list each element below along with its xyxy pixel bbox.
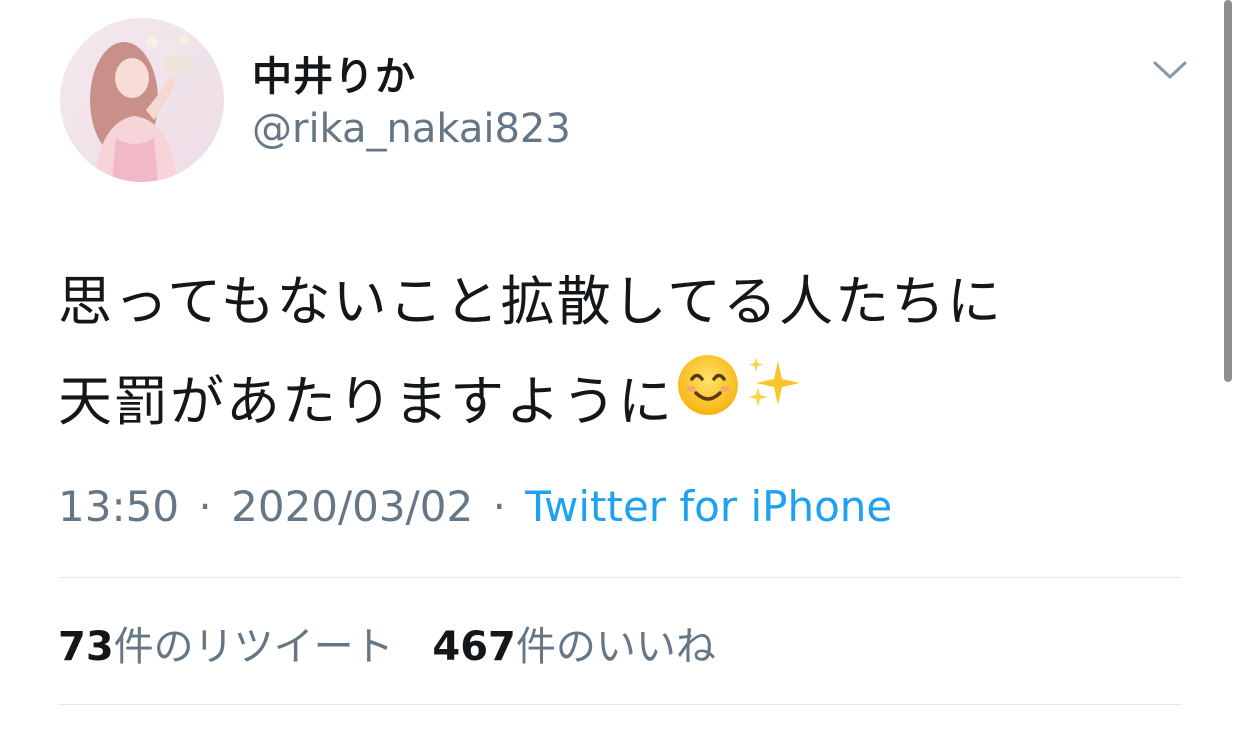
- tweet-text-line-1: 思ってもないこと拡散してる人たちに: [58, 270, 1003, 333]
- tweet-text-line-2-text: 天罰があたりますように: [58, 370, 674, 433]
- divider: [58, 704, 1182, 705]
- tweet-text: 思ってもないこと拡散してる人たちに 天罰があたりますように: [58, 252, 1178, 455]
- likes-stat[interactable]: 467件のいいね: [432, 614, 716, 672]
- tweet-date: 2020/03/02: [231, 482, 474, 531]
- like-count: 467: [432, 624, 516, 670]
- tweet-meta: 13:50 · 2020/03/02 · Twitter for iPhone: [58, 482, 892, 531]
- retweet-label: 件のリツイート: [113, 624, 394, 670]
- profile-photo: [60, 18, 224, 182]
- scrollbar[interactable]: [1224, 0, 1232, 382]
- retweets-stat[interactable]: 73件のリツイート: [58, 614, 394, 672]
- chevron-down-icon: [1153, 61, 1187, 79]
- meta-separator: ·: [492, 482, 506, 531]
- more-options-button[interactable]: [1148, 52, 1192, 88]
- tweet-stats: 73件のリツイート 467件のいいね: [58, 614, 716, 672]
- smiling-face-icon: [676, 349, 740, 449]
- tweet-text-line-2: 天罰があたりますように: [58, 352, 1178, 455]
- tweet-time: 13:50: [58, 482, 180, 531]
- display-name[interactable]: 中井りか: [252, 44, 416, 102]
- tweet-source-link[interactable]: Twitter for iPhone: [525, 482, 892, 531]
- avatar[interactable]: [60, 18, 224, 182]
- like-label: 件のいいね: [515, 624, 716, 670]
- divider: [58, 577, 1182, 578]
- meta-separator: ·: [198, 482, 212, 531]
- sparkles-icon: [742, 349, 806, 449]
- retweet-count: 73: [58, 624, 114, 670]
- user-handle[interactable]: @rika_nakai823: [252, 106, 571, 152]
